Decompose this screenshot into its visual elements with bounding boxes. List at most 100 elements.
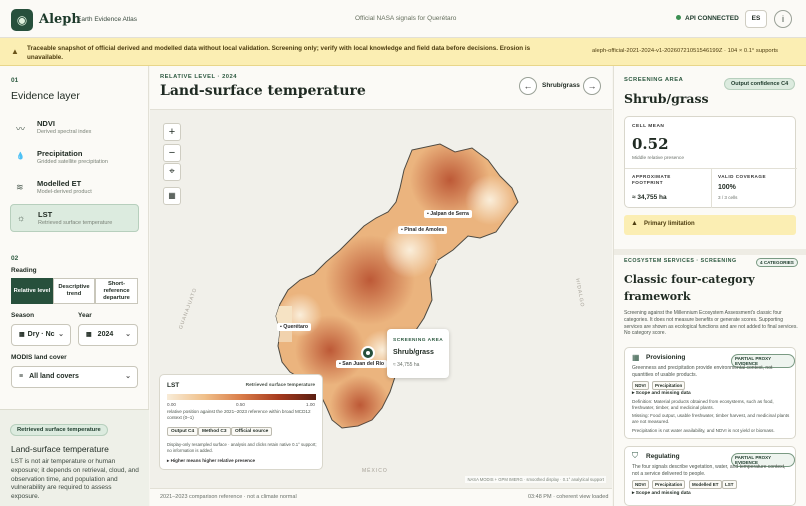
zoom-out-button[interactable]: − bbox=[163, 144, 181, 162]
city-label: ▪ Jalpan de Serra bbox=[424, 210, 472, 218]
stats-card: CELL MEAN 0.52 Middle relative presence … bbox=[624, 116, 797, 208]
service-tag: LST bbox=[722, 480, 737, 489]
regulating-icon: ⛉ bbox=[632, 451, 638, 460]
layers-icon[interactable]: ▦ bbox=[163, 187, 181, 205]
service-extra: Precipitation is not water availability,… bbox=[632, 428, 775, 433]
prev-arrow-icon[interactable]: ← bbox=[519, 77, 537, 95]
year-select[interactable]: ▦ 2024 ⌄ bbox=[78, 324, 138, 346]
list-icon: ≡ bbox=[19, 373, 24, 380]
service-card-provisioning: ▦ Provisioning PARTIAL PROXY EVIDENCE Gr… bbox=[624, 347, 796, 439]
info-icon[interactable]: i bbox=[774, 10, 792, 28]
limitation-toggle[interactable]: ▲ Primary limitation bbox=[624, 215, 796, 235]
layer-subtitle: Model-derived product bbox=[37, 189, 92, 195]
layer-title: Precipitation bbox=[37, 149, 83, 158]
eco-kicker: ECOSYSTEM SERVICES · SCREENING bbox=[624, 258, 737, 264]
chevron-down-icon: ⌄ bbox=[125, 373, 131, 380]
area-title: Shrub/grass bbox=[624, 91, 709, 106]
logo-icon: ◉ bbox=[11, 9, 33, 31]
brand-subtitle: Earth Evidence Atlas bbox=[77, 16, 137, 23]
chevron-down-icon: ⌄ bbox=[125, 331, 131, 338]
legend-max: 1.00 bbox=[306, 402, 315, 407]
service-missing: Missing: Food output, usable freshwater,… bbox=[632, 413, 790, 424]
legend-subtitle: Retrieved surface temperature bbox=[245, 383, 315, 388]
footprint-value: ≈ 34,755 ha bbox=[632, 194, 667, 201]
next-arrow-icon[interactable]: → bbox=[583, 77, 601, 95]
layer-subtitle: Gridded satellite precipitation bbox=[37, 159, 108, 165]
city-label: ▪ Pinal de Amoles bbox=[398, 226, 448, 234]
season-label: Season bbox=[11, 312, 35, 319]
reading-short-reference[interactable]: Short-reference departure bbox=[95, 278, 138, 304]
cell-mean-value: 0.52 bbox=[632, 135, 669, 153]
cell-mean-label: CELL MEAN bbox=[632, 124, 665, 129]
layer-title: LST bbox=[38, 210, 53, 219]
layer-ndvi[interactable]: 〰 NDVI Derived spectral index bbox=[10, 114, 139, 142]
chip-source: Official source bbox=[231, 427, 273, 436]
legend-description: relative position against the 2021–2023 … bbox=[167, 409, 311, 420]
city-label: ▪ Querétaro bbox=[277, 323, 312, 331]
year-value: 2024 bbox=[97, 331, 114, 338]
note-title: Land-surface temperature bbox=[11, 444, 109, 454]
footer-status: 03:48 PM · coherent view loaded bbox=[528, 494, 609, 500]
provisioning-icon: ▦ bbox=[632, 353, 640, 362]
popup-kicker: SCREENING AREA bbox=[393, 338, 444, 343]
screening-popup: SCREENING AREA Shrub/grass ≈ 34,755 ha bbox=[387, 329, 449, 378]
layer-precipitation[interactable]: 💧 Precipitation Gridded satellite precip… bbox=[10, 144, 139, 172]
service-desc: The four signals describe vegetation, wa… bbox=[632, 464, 786, 477]
wave-icon: 〰 bbox=[16, 124, 26, 134]
layer-subtitle: Derived spectral index bbox=[37, 129, 92, 135]
zoom-in-button[interactable]: + bbox=[163, 123, 181, 141]
reading-relative-level[interactable]: Relative level bbox=[11, 278, 53, 304]
legend-note: Display-only resampled surface · analysi… bbox=[167, 442, 317, 453]
reading-label: Reading bbox=[11, 267, 37, 274]
chip-output: Output C4 bbox=[167, 427, 199, 436]
coverage-value: 100% bbox=[718, 184, 736, 191]
scope-toggle[interactable]: ▸ Scope and missing data bbox=[632, 391, 691, 396]
cell-mean-sub: Middle relative presence bbox=[632, 156, 684, 161]
droplet-icon: 💧 bbox=[16, 153, 25, 160]
service-name: Regulating bbox=[646, 453, 680, 460]
map-footer: 2021–2023 comparison reference · not a c… bbox=[150, 488, 612, 506]
confidence-badge: Output confidence C4 bbox=[724, 78, 796, 90]
status-dot-icon bbox=[676, 15, 681, 20]
right-panel: SCREENING AREA Output confidence C4 Shru… bbox=[613, 66, 806, 506]
map-canvas[interactable]: + − ⌖ ▦ ▪ Jalpan de Serra ▪ Pinal de Amo… bbox=[150, 110, 612, 488]
legend-color-ramp bbox=[167, 394, 316, 400]
layer-lst[interactable]: ☼ LST Retrieved surface temperature bbox=[10, 204, 139, 232]
area-nav-label: Shrub/grass bbox=[542, 82, 580, 89]
scope-toggle[interactable]: ▸ Scope and missing data bbox=[632, 491, 691, 496]
legend-mid: 0.50 bbox=[236, 402, 245, 407]
section-divider bbox=[614, 249, 806, 255]
service-name: Provisioning bbox=[646, 354, 686, 361]
layer-modelled-et[interactable]: ≋ Modelled ET Model-derived product bbox=[10, 174, 139, 202]
modis-value: All land covers bbox=[29, 373, 79, 380]
warning-icon: ▲ bbox=[631, 220, 638, 227]
modis-select[interactable]: ≡ All land covers ⌄ bbox=[11, 366, 138, 388]
legend-title: LST bbox=[167, 382, 180, 389]
language-button[interactable]: ES bbox=[745, 10, 767, 28]
map-attribution: NASA MODIS + GPM IMERG · smoothed displa… bbox=[465, 476, 606, 483]
city-label: ▪ San Juan del Río bbox=[336, 360, 388, 368]
top-bar: ◉ Aleph Earth Evidence Atlas Official NA… bbox=[0, 0, 806, 38]
step-number: 01 bbox=[11, 77, 19, 84]
api-status-label: API CONNECTED bbox=[685, 15, 739, 22]
eco-text: Screening against the Millennium Ecosyst… bbox=[624, 310, 798, 337]
reading-descriptive-trend[interactable]: Descriptive trend bbox=[53, 278, 95, 304]
evidence-layer-title: Evidence layer bbox=[11, 90, 80, 102]
popup-value: ≈ 34,755 ha bbox=[393, 362, 420, 368]
season-select[interactable]: ▦ Dry · Nc ⌄ bbox=[11, 324, 71, 346]
legend-footnote: ▸ Higher means higher relative presence bbox=[167, 458, 256, 463]
area-kicker: SCREENING AREA bbox=[624, 77, 684, 83]
service-tag: Modelled ET bbox=[689, 480, 722, 489]
footprint-label: APPROXIMATE FOOTPRINT bbox=[632, 174, 671, 185]
layer-title: NDVI bbox=[37, 119, 55, 128]
popup-title: Shrub/grass bbox=[393, 349, 434, 356]
calendar-icon: ▦ bbox=[86, 332, 92, 338]
service-desc: Greenness and precipitation provide envi… bbox=[632, 365, 773, 378]
service-definition: Definition: Material products obtained f… bbox=[632, 399, 774, 410]
header-tagline: Official NASA signals for Querétaro bbox=[355, 15, 457, 22]
locate-icon[interactable]: ⌖ bbox=[163, 163, 181, 181]
service-card-regulating: ⛉ Regulating PARTIAL PROXY EVIDENCE The … bbox=[624, 446, 796, 506]
footer-reference: 2021–2023 comparison reference · not a c… bbox=[160, 494, 297, 500]
snapshot-id: aleph-official-2021-2024-v1-202607210515… bbox=[592, 48, 779, 54]
left-panel: 01 Evidence layer 〰 NDVI Derived spectra… bbox=[0, 66, 149, 506]
